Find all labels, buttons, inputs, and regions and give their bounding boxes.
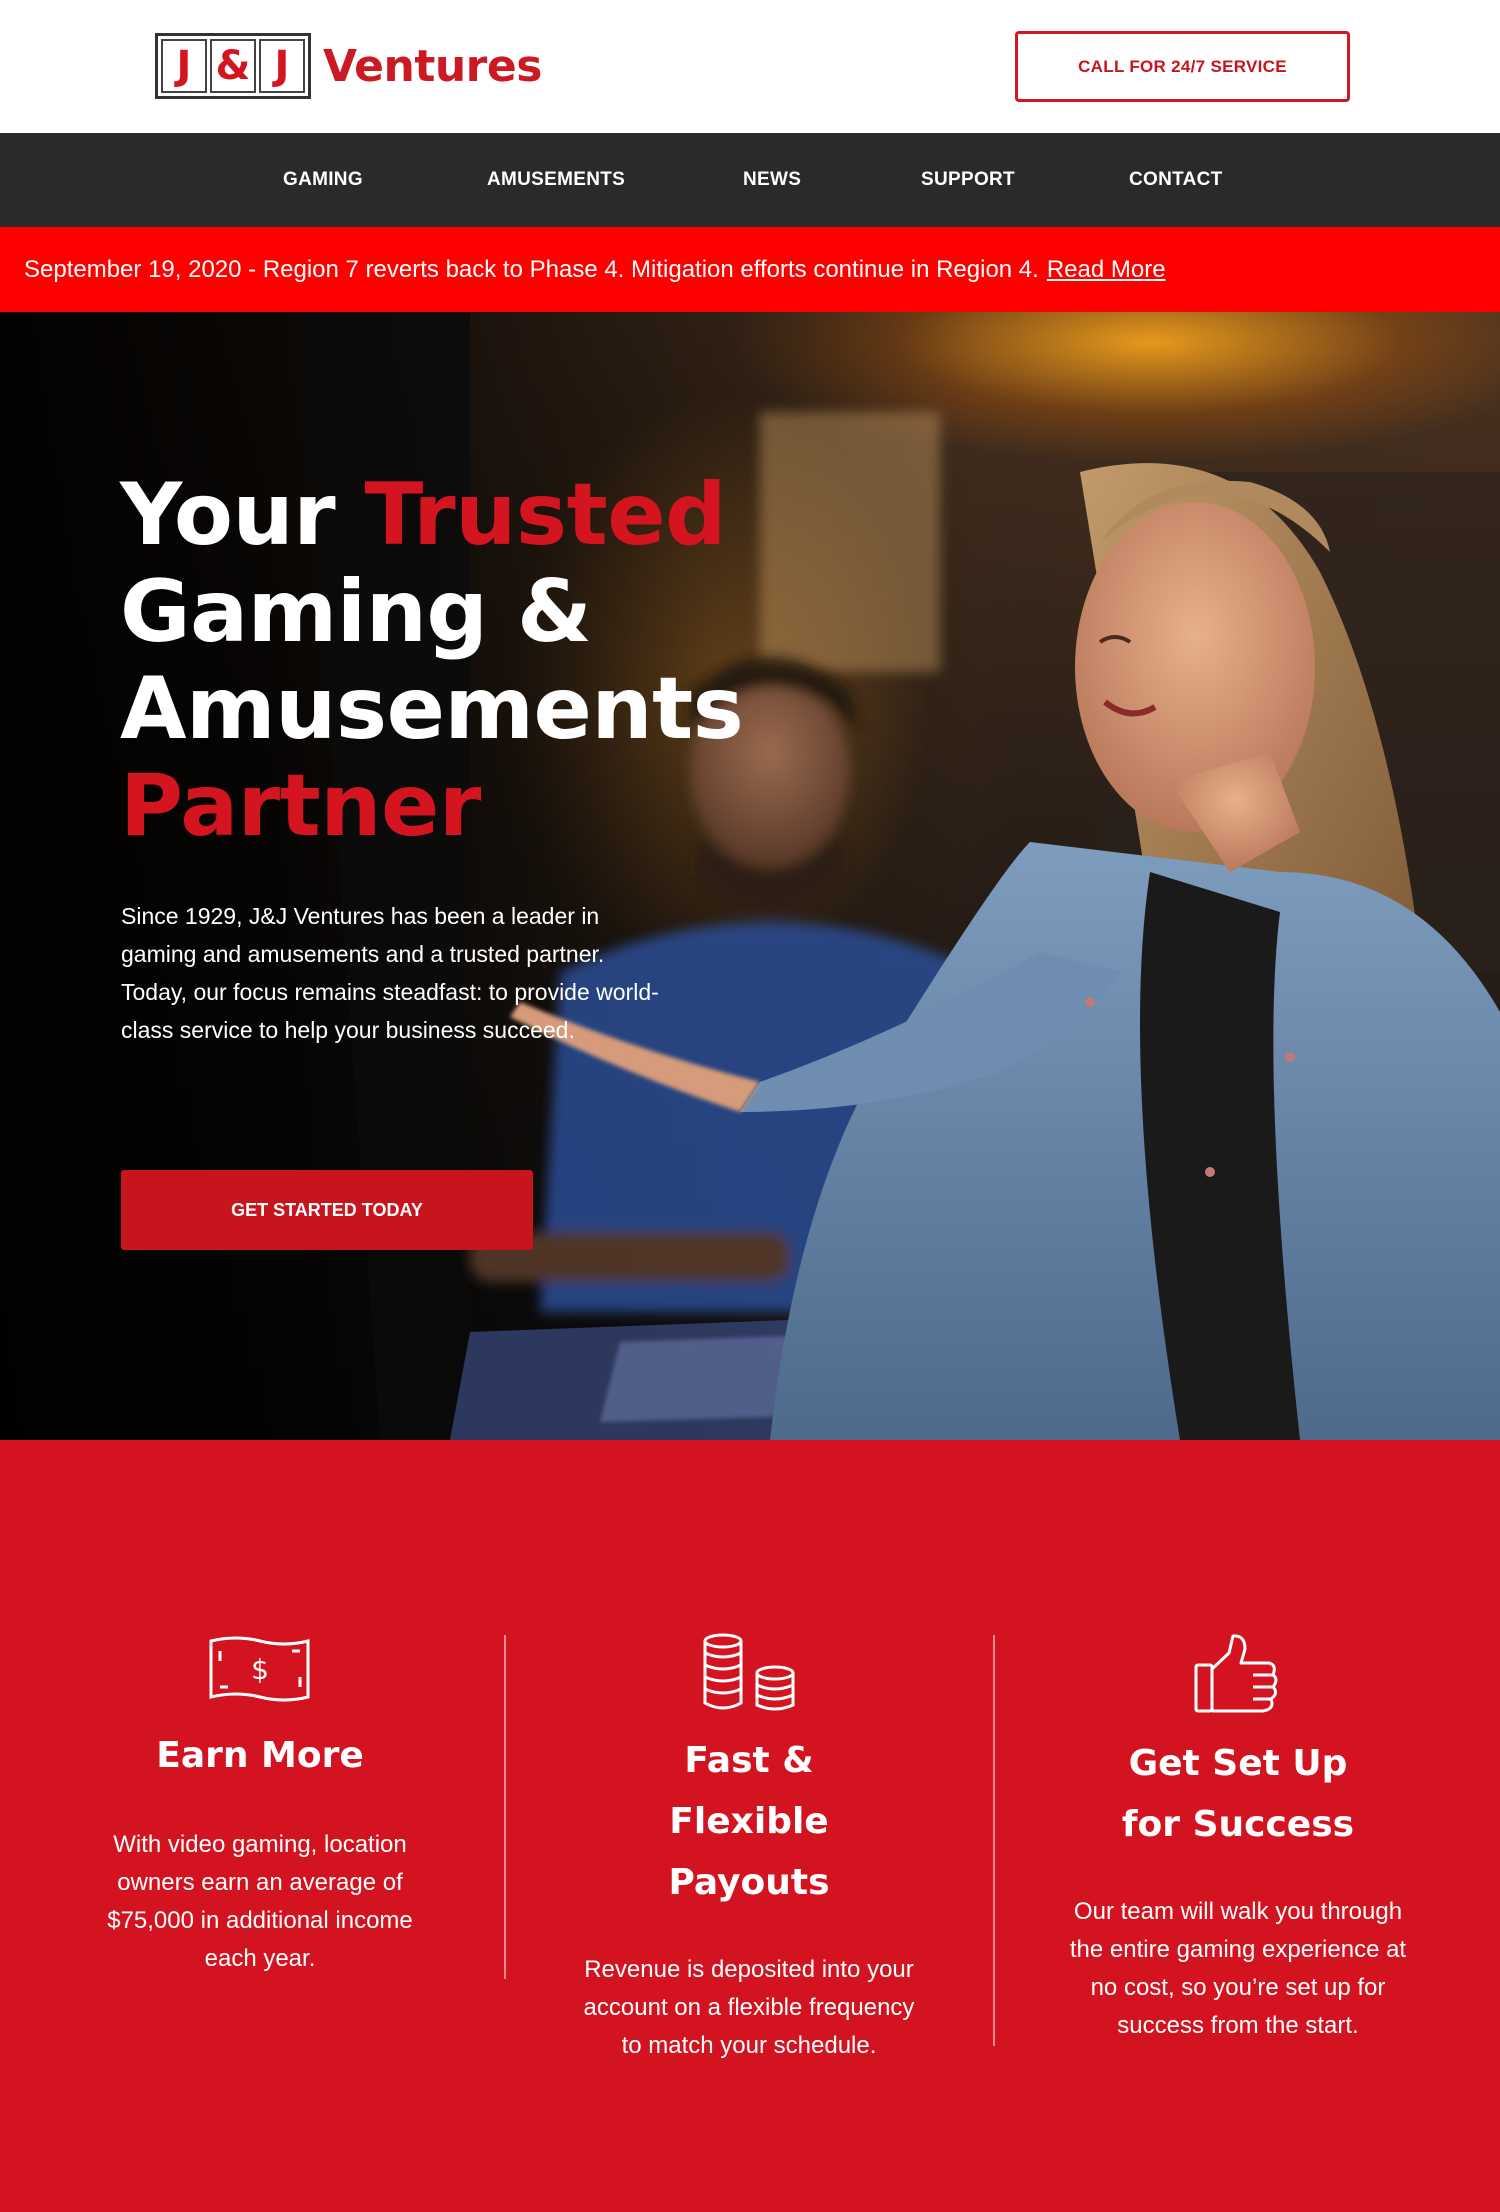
hero-title-line: Gaming &: [120, 562, 592, 662]
hero-description: Since 1929, J&J Ventures has been a lead…: [121, 903, 659, 1043]
feature-divider: [504, 1635, 506, 1979]
feature-text: Revenue is deposited into your account o…: [583, 1956, 915, 2059]
site-header: J & J Ventures CALL FOR 24/7 SERVICE: [0, 0, 1500, 133]
main-nav: GAMING AMUSEMENTS NEWS SUPPORT CONTACT: [0, 133, 1500, 227]
feature-earn-more: Earn More With video gaming, location ow…: [50, 1725, 470, 1978]
coins-icon: [703, 1633, 795, 1711]
logo[interactable]: J & J Ventures: [155, 33, 542, 99]
money-bill-icon: $: [209, 1636, 310, 1702]
thumbs-up-icon: [1194, 1634, 1278, 1713]
feature-fast-payouts: Fast & Flexible Payouts Revenue is depos…: [539, 1730, 959, 2065]
read-more-link[interactable]: Read More: [1047, 256, 1166, 284]
feature-title: Earn More: [156, 1735, 364, 1776]
nav-item-gaming[interactable]: GAMING: [283, 133, 363, 227]
hero-title-word: Your: [120, 465, 336, 565]
alert-banner: September 19, 2020 - Region 7 reverts ba…: [0, 227, 1500, 312]
logo-wordmark: Ventures: [323, 40, 542, 92]
feature-text: With video gaming, location owners earn …: [107, 1831, 413, 1972]
features-section: $ Earn More With video gaming, location …: [0, 1440, 1500, 2212]
feature-get-set-up: Get Set Up for Success Our team will wal…: [1028, 1733, 1448, 2045]
logo-mark: J & J: [155, 33, 311, 99]
hero-title-line: Amusements: [120, 659, 744, 759]
alert-text: September 19, 2020 - Region 7 reverts ba…: [24, 255, 1039, 283]
logo-letter: J: [259, 39, 305, 93]
nav-item-contact[interactable]: CONTACT: [1129, 133, 1223, 227]
feature-title: Fast & Flexible Payouts: [668, 1740, 830, 1903]
svg-text:$: $: [251, 1653, 269, 1686]
feature-title: Get Set Up for Success: [1121, 1743, 1355, 1845]
nav-item-support[interactable]: SUPPORT: [921, 133, 1015, 227]
feature-divider: [993, 1635, 995, 2046]
feature-text: Our team will walk you through the entir…: [1069, 1898, 1407, 2039]
get-started-button[interactable]: GET STARTED TODAY: [121, 1170, 533, 1250]
hero-title: Your Trusted Gaming & Amusements Partner: [120, 465, 744, 856]
hero-section: Your Trusted Gaming & Amusements Partner…: [0, 312, 1500, 1440]
logo-letter: J: [161, 39, 207, 93]
call-service-button[interactable]: CALL FOR 24/7 SERVICE: [1015, 31, 1350, 102]
nav-item-amusements[interactable]: AMUSEMENTS: [487, 133, 625, 227]
hero-title-highlight: Trusted: [364, 465, 727, 565]
logo-letter: &: [210, 39, 256, 93]
nav-item-news[interactable]: NEWS: [743, 133, 801, 227]
hero-title-highlight: Partner: [120, 756, 481, 856]
